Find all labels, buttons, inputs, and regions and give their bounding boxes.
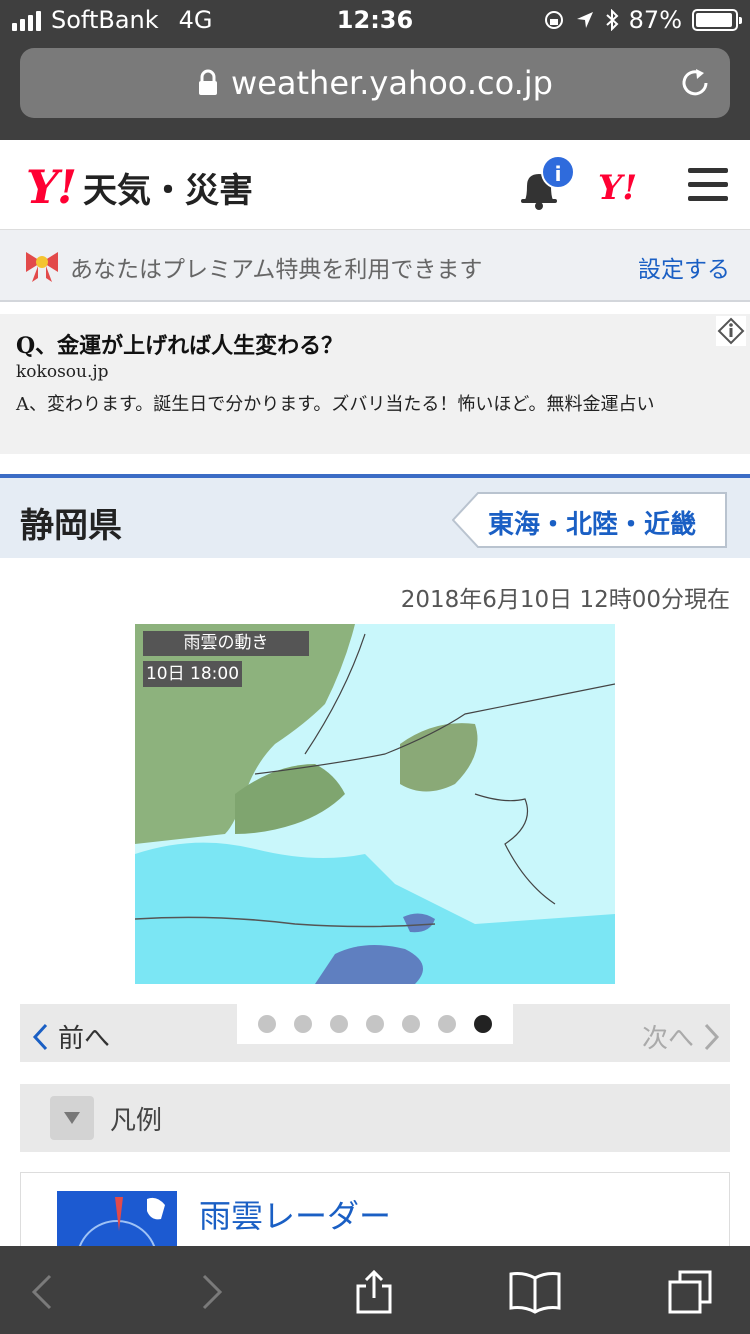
prev-label: 前へ — [58, 1024, 111, 1054]
premium-settings-link[interactable]: 設定する — [638, 250, 730, 284]
page-dots — [237, 1004, 513, 1044]
browser-toolbar — [0, 1246, 750, 1334]
page-dot[interactable] — [294, 1015, 312, 1033]
ad-block[interactable]: Q、金運が上げれば人生変わる？ kokosou.jp A、変わります。誕生日で分… — [0, 314, 750, 454]
region-bar: 静岡県 東海・北陸・近畿 — [0, 474, 750, 558]
page-dot[interactable] — [366, 1015, 384, 1033]
next-label: 次へ — [641, 1024, 694, 1054]
expand-icon — [50, 1096, 94, 1140]
site-logo[interactable]: Y! 天気・災害 — [26, 160, 253, 214]
back-icon[interactable] — [20, 1268, 68, 1316]
card-title: 雨雲レーダー — [199, 1197, 392, 1235]
bluetooth-icon — [605, 9, 619, 31]
page-dot[interactable] — [258, 1015, 276, 1033]
legend-toggle[interactable]: 凡例 — [20, 1084, 730, 1152]
legend-label: 凡例 — [110, 1106, 163, 1136]
radar-pager: 前へ 次へ — [20, 1004, 730, 1062]
map-label: 雨雲の動き — [143, 631, 309, 656]
rain-radar-card[interactable]: 雨雲レーダー 5分ごとの雨雲の動きや、現在地周辺の雨の — [20, 1172, 730, 1252]
premium-banner: あなたはプレミアム特典を利用できます 設定する — [0, 230, 750, 302]
site-title: 天気・災害 — [83, 170, 254, 211]
ad-headline[interactable]: Q、金運が上げれば人生変わる？ — [16, 328, 343, 360]
status-bar: SoftBank 4G 12:36 87% — [0, 0, 750, 40]
next-button[interactable]: 次へ — [642, 1018, 720, 1055]
radar-timestamp: 2018年6月10日 12時00分現在 — [400, 587, 730, 613]
location-icon — [576, 12, 593, 28]
chevron-right-icon — [704, 1023, 720, 1050]
notification-badge: i — [541, 155, 575, 189]
ad-domain: kokosou.jp — [16, 362, 109, 382]
address-bar[interactable]: weather.yahoo.co.jp — [20, 48, 730, 118]
reload-icon[interactable] — [678, 66, 712, 100]
tabs-icon[interactable] — [666, 1268, 714, 1316]
orientation-lock-icon — [544, 11, 563, 29]
menu-icon[interactable] — [688, 168, 728, 202]
page-dot[interactable] — [402, 1015, 420, 1033]
page-dot-active[interactable] — [474, 1015, 492, 1033]
page-dot[interactable] — [438, 1015, 456, 1033]
lock-icon — [199, 69, 218, 95]
prefecture-title: 静岡県 — [20, 506, 122, 546]
ribbon-icon — [26, 252, 58, 282]
battery-percent: 87% — [628, 6, 682, 34]
forward-icon[interactable] — [186, 1268, 234, 1316]
battery-icon — [692, 9, 742, 31]
chevron-left-icon — [32, 1023, 48, 1050]
url-text: weather.yahoo.co.jp — [231, 64, 553, 102]
premium-text: あなたはプレミアム特典を利用できます — [70, 257, 483, 283]
prev-button[interactable]: 前へ — [32, 1018, 110, 1055]
share-icon[interactable] — [350, 1268, 398, 1316]
yahoo-top-link[interactable]: Y! — [598, 168, 637, 208]
yahoo-logo: Y! — [26, 160, 77, 214]
ad-body: A、変わります。誕生日で分かります。ズバリ当たる！怖いほど。無料金運占い — [16, 394, 655, 415]
region-area-button[interactable]: 東海・北陸・近畿 — [452, 492, 728, 548]
radar-thumbnail — [57, 1191, 177, 1251]
site-header: Y! 天気・災害 Y! — [0, 140, 750, 230]
ad-info-icon[interactable] — [716, 316, 746, 346]
page-dot[interactable] — [330, 1015, 348, 1033]
region-area-label: 東海・北陸・近畿 — [488, 510, 697, 540]
bookmarks-icon[interactable] — [508, 1268, 562, 1316]
browser-chrome: weather.yahoo.co.jp — [0, 40, 750, 140]
map-frame-time: 10日 18:00 — [143, 661, 242, 687]
